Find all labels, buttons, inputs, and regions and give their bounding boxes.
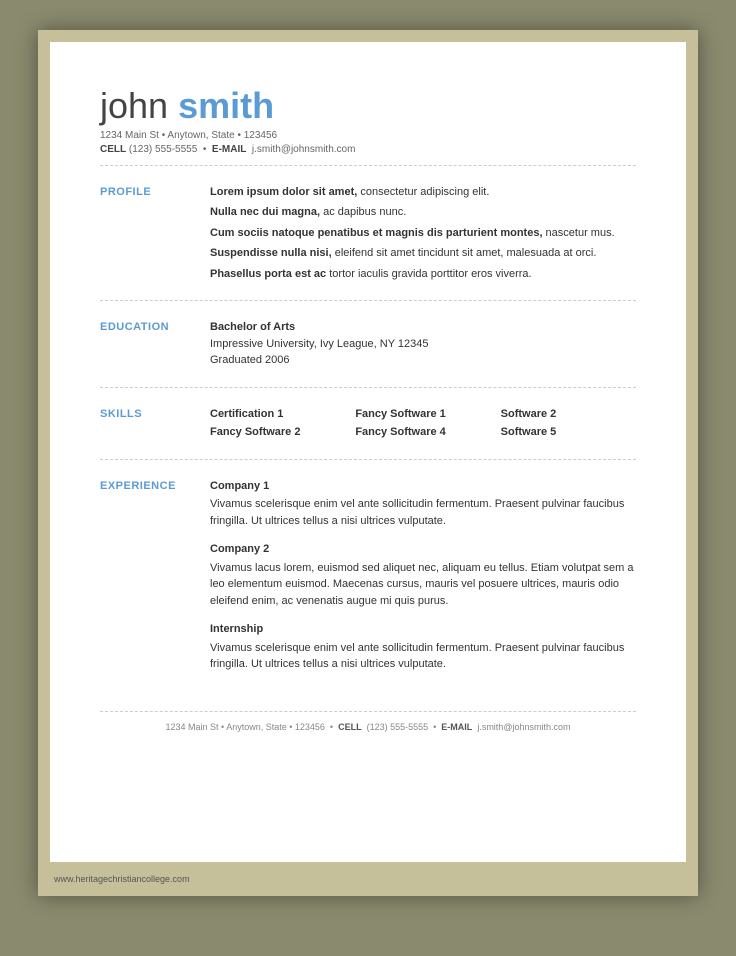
- page-wrapper: john smith 1234 Main St • Anytown, State…: [38, 30, 698, 896]
- first-name: john: [100, 85, 168, 126]
- exp-company: Company 2: [210, 541, 636, 558]
- resume-footer: 1234 Main St • Anytown, State • 123456 •…: [100, 711, 636, 732]
- edu-graduated: Graduated 2006: [210, 352, 636, 369]
- profile-section: PROFILE Lorem ipsum dolor sit amet, cons…: [100, 176, 636, 291]
- divider-after-education: [100, 387, 636, 388]
- skill-item: Fancy Software 2: [210, 424, 345, 441]
- profile-bold-1: Lorem ipsum dolor sit amet,: [210, 186, 357, 198]
- profile-para-2: Nulla nec dui magna, ac dapibus nunc.: [210, 204, 636, 221]
- skill-item: Software 2: [501, 406, 636, 423]
- education-content: Bachelor of Arts Impressive University, …: [210, 319, 636, 369]
- profile-para-3: Cum sociis natoque penatibus et magnis d…: [210, 225, 636, 242]
- edu-school: Impressive University, Ivy League, NY 12…: [210, 336, 636, 353]
- exp-company: Company 1: [210, 478, 636, 495]
- profile-bold-3: Cum sociis natoque penatibus et magnis d…: [210, 227, 543, 239]
- education-section: EDUCATION Bachelor of Arts Impressive Un…: [100, 311, 636, 377]
- footer-cell-label: CELL: [338, 722, 362, 732]
- experience-label: EXPERIENCE: [100, 478, 210, 492]
- skills-content: Certification 1 Fancy Software 1 Software …: [210, 406, 636, 441]
- profile-content: Lorem ipsum dolor sit amet, consectetur …: [210, 184, 636, 283]
- profile-para-1: Lorem ipsum dolor sit amet, consectetur …: [210, 184, 636, 201]
- edu-degree: Bachelor of Arts: [210, 319, 636, 336]
- email-address: j.smith@johnsmith.com: [252, 144, 356, 155]
- skills-grid: Certification 1 Fancy Software 1 Software …: [210, 406, 636, 441]
- exp-description: Vivamus scelerisque enim vel ante sollic…: [210, 640, 636, 673]
- skill-item: Certification 1: [210, 406, 345, 423]
- resume-header: john smith 1234 Main St • Anytown, State…: [100, 86, 636, 155]
- skill-item: Fancy Software 1: [355, 406, 490, 423]
- exp-description: Vivamus lacus lorem, euismod sed aliquet…: [210, 560, 636, 610]
- education-label: EDUCATION: [100, 319, 210, 333]
- experience-entry: Company 1Vivamus scelerisque enim vel an…: [210, 478, 636, 530]
- full-name: john smith: [100, 86, 636, 126]
- resume-document: john smith 1234 Main St • Anytown, State…: [50, 42, 686, 862]
- cell-label: CELL: [100, 144, 126, 155]
- experience-entry: Company 2 Vivamus lacus lorem, euismod se…: [210, 541, 636, 609]
- last-name: smith: [178, 85, 274, 126]
- email-label: E-MAIL: [212, 144, 246, 155]
- skill-item: Software 5: [501, 424, 636, 441]
- divider-after-header: [100, 165, 636, 166]
- profile-label: PROFILE: [100, 184, 210, 198]
- divider-after-profile: [100, 300, 636, 301]
- footer-cell: (123) 555-5555: [367, 722, 429, 732]
- divider-after-skills: [100, 459, 636, 460]
- header-contact: CELL (123) 555-5555 • E-MAIL j.smith@joh…: [100, 144, 636, 155]
- exp-description: Vivamus scelerisque enim vel ante sollic…: [210, 496, 636, 529]
- profile-para-5: Phasellus porta est ac tortor iaculis gr…: [210, 266, 636, 283]
- footer-email: j.smith@johnsmith.com: [477, 722, 570, 732]
- profile-bold-5: Phasellus porta est ac: [210, 268, 326, 280]
- profile-bold-2: Nulla nec dui magna,: [210, 206, 320, 218]
- experience-section: EXPERIENCE Company 1Vivamus scelerisque …: [100, 470, 636, 681]
- website-url: www.heritagechristiancollege.com: [54, 874, 190, 884]
- experience-entry: Internship Vivamus scelerisque enim vel a…: [210, 621, 636, 673]
- footer-email-label: E-MAIL: [441, 722, 472, 732]
- cell-number: (123) 555-5555: [129, 144, 197, 155]
- profile-bold-4: Suspendisse nulla nisi,: [210, 247, 332, 259]
- skill-item: Fancy Software 4: [355, 424, 490, 441]
- skills-section: SKILLS Certification 1 Fancy Software 1 So…: [100, 398, 636, 449]
- footer-address: 1234 Main St • Anytown, State • 123456: [166, 722, 325, 732]
- skills-label: SKILLS: [100, 406, 210, 420]
- experience-content: Company 1Vivamus scelerisque enim vel an…: [210, 478, 636, 673]
- profile-para-4: Suspendisse nulla nisi, eleifend sit ame…: [210, 245, 636, 262]
- header-address: 1234 Main St • Anytown, State • 123456: [100, 130, 636, 141]
- website-bar: www.heritagechristiancollege.com: [50, 870, 686, 884]
- exp-company: Internship: [210, 621, 636, 638]
